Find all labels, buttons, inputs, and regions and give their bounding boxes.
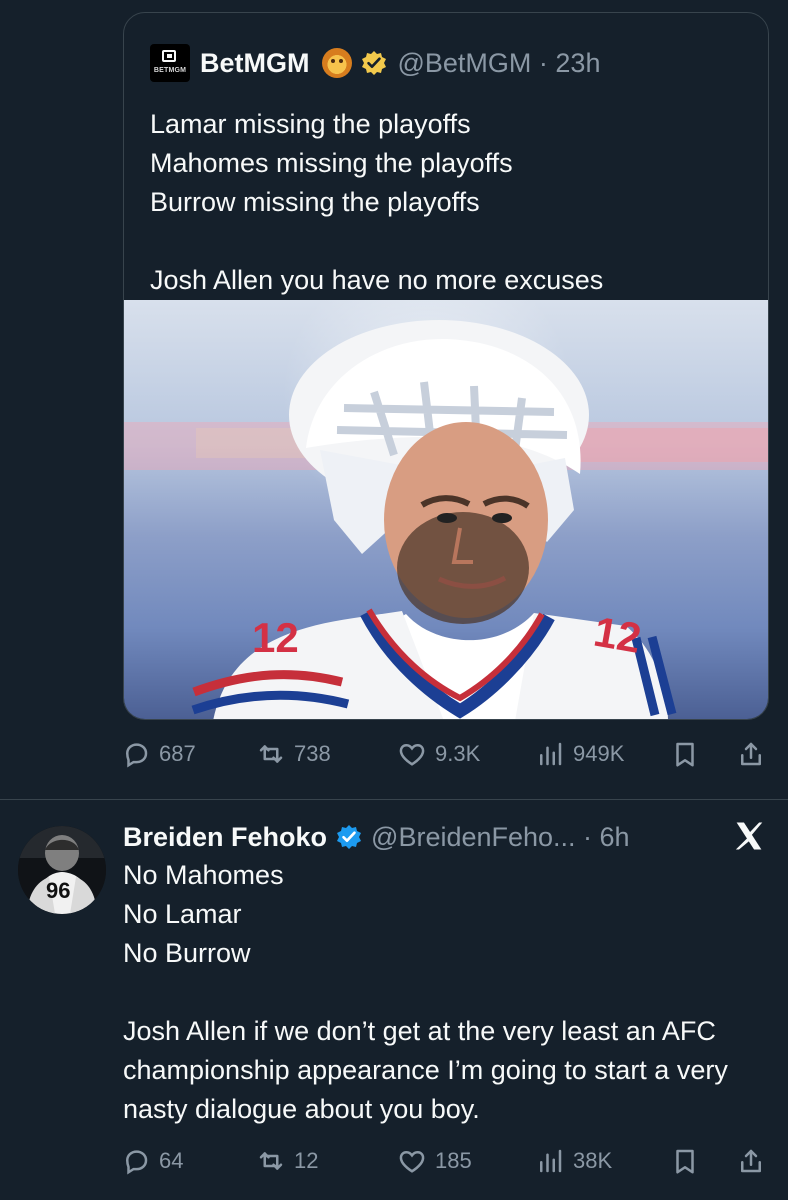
gold-verified-icon [361,51,386,75]
blue-verified-icon [337,825,362,849]
reply-reply-action[interactable]: 64 [121,1140,183,1182]
reply-author-avatar[interactable]: 96 [18,826,106,914]
reply-retweet-count: 12 [294,1148,319,1173]
quoted-like-count: 9.3K [435,741,481,766]
views-icon [540,742,562,766]
football-player-photo: 12 12 [124,320,768,719]
reply-views-action[interactable]: 38K [535,1140,612,1182]
betmgm-logo-text: BETMGM [153,67,187,74]
reply-like-action[interactable]: 185 [397,1140,472,1182]
retweet-icon [259,1152,283,1170]
player-avatar-image: 96 [18,826,106,914]
reply-icon [125,1150,148,1175]
quoted-like-action[interactable]: 9.3K [397,733,480,775]
reply-tweet-header: Breiden Fehoko @BreidenFeho... · 6h [123,815,630,859]
quoted-view-count: 949K [573,741,625,766]
quoted-tweet-actions: 687 738 9.3K 949K [121,733,771,775]
quoted-handle-time[interactable]: @BetMGM · 23h [398,48,601,79]
betmgm-logo-mark-icon [162,50,176,62]
avatar-jersey-number: 96 [46,878,70,903]
reply-like-count: 185 [435,1148,472,1173]
reply-bookmark-button[interactable] [669,1140,701,1182]
reply-tweet-text: No Mahomes No Lamar No Burrow Josh Allen… [123,860,728,1124]
bookmark-icon [676,742,694,767]
reply-view-count: 38K [573,1148,613,1173]
quoted-bookmark-button[interactable] [669,733,701,775]
share-icon [741,1149,761,1173]
reply-tweet-actions: 64 12 185 38K [121,1140,771,1182]
quoted-tweet-image[interactable]: 12 12 [124,300,768,719]
reply-handle-time[interactable]: @BreidenFeho... · 6h [371,822,630,853]
quoted-retweet-action[interactable]: 738 [256,733,331,775]
lion-emoji-icon [321,48,352,78]
quoted-reply-action[interactable]: 687 [121,733,196,775]
reply-reply-count: 64 [159,1148,184,1173]
reply-icon [125,743,148,768]
bookmark-icon [676,1149,694,1174]
quoted-views-action[interactable]: 949K [535,733,624,775]
quoted-tweet-header: BETMGM BetMGM @BetMGM · 23h [150,43,600,83]
quoted-tweet-text: Lamar missing the playoffs Mahomes missi… [150,109,604,295]
share-icon [741,742,761,766]
views-icon [540,1149,562,1173]
quoted-author-name[interactable]: BetMGM [200,48,310,79]
betmgm-logo[interactable]: BETMGM [150,44,190,82]
quoted-reply-count: 687 [159,741,196,766]
heart-icon [399,743,425,766]
retweet-icon [259,745,283,763]
quoted-retweet-count: 738 [294,741,331,766]
reply-share-button[interactable] [735,1140,767,1182]
reply-retweet-action[interactable]: 12 [256,1140,318,1182]
quoted-share-button[interactable] [735,733,767,775]
x-logo-icon [735,822,763,850]
heart-icon [399,1150,425,1173]
jersey-number-left: 12 [252,614,299,661]
jersey-number-right: 12 [590,608,644,662]
reply-author-name[interactable]: Breiden Fehoko [123,822,327,853]
quoted-tweet-card[interactable]: BETMGM BetMGM @BetMGM · 23h Lamar missin… [123,12,769,720]
tweet-divider [0,799,788,800]
x-logo-icon [728,815,770,857]
